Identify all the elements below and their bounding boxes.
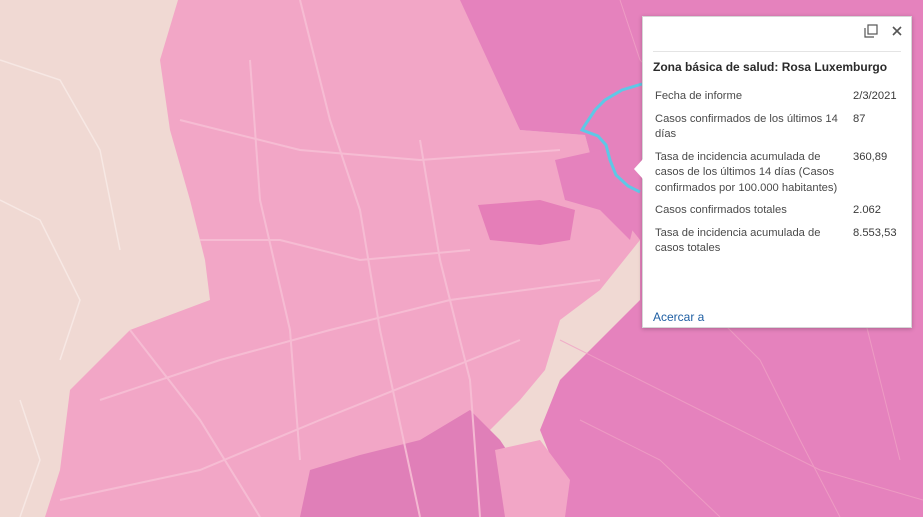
attribute-key: Fecha de informe xyxy=(655,90,743,102)
attribute-value: 2/3/2021 xyxy=(853,90,897,102)
attribute-key: Casos confirmados totales xyxy=(655,204,787,216)
info-popup: Zona básica de salud: Rosa Luxemburgo Fe… xyxy=(634,16,912,328)
attribute-value: 87 xyxy=(853,112,866,125)
close-icon[interactable] xyxy=(889,23,905,39)
attribute-value: 360,89 xyxy=(853,150,888,163)
attribute-row: Fecha de informe 2/3/2021 xyxy=(653,89,905,112)
attribute-row: Casos confirmados totales 2.062 xyxy=(653,203,905,226)
zoom-to-link[interactable]: Acercar a xyxy=(653,310,704,324)
attribute-value: 2.062 xyxy=(853,204,881,216)
popup-title: Zona básica de salud: Rosa Luxemburgo xyxy=(653,60,888,74)
popup-divider xyxy=(653,51,901,52)
attribute-row: Casos confirmados de los últimos 14 días… xyxy=(653,112,905,150)
attribute-row: Tasa de incidencia acumulada de casos de… xyxy=(653,150,905,204)
attribute-key: Tasa de incidencia acumulada de casos de… xyxy=(655,150,838,194)
attribute-value: 8.553,53 xyxy=(853,226,897,239)
zone-area-center[interactable] xyxy=(478,200,575,245)
attribute-row: Tasa de incidencia acumulada de casos to… xyxy=(653,226,905,264)
attribute-key: Casos confirmados de los últimos 14 días xyxy=(655,112,838,141)
popup-pointer xyxy=(634,159,643,179)
popup-controls xyxy=(863,23,905,39)
attribute-key: Tasa de incidencia acumulada de casos to… xyxy=(655,226,821,255)
maximize-icon[interactable] xyxy=(863,23,879,39)
attribute-table: Fecha de informe 2/3/2021 Casos confirma… xyxy=(653,89,905,264)
